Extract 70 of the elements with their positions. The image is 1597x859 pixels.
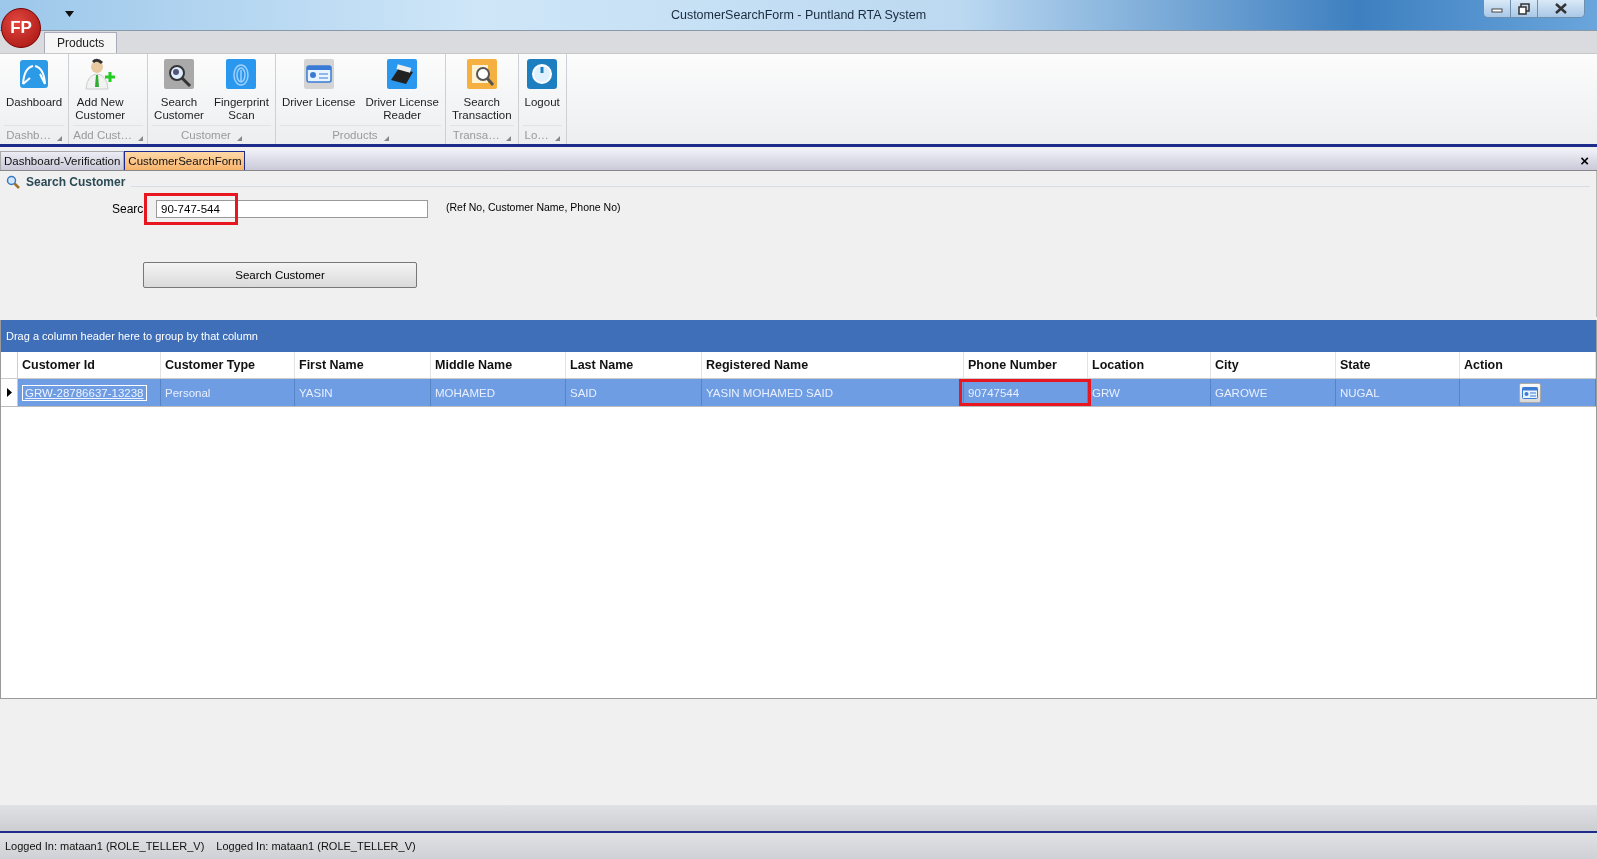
row-pointer-icon <box>6 388 12 397</box>
id-card-icon <box>302 58 335 90</box>
ribbon-button[interactable]: Logout <box>520 54 564 125</box>
search-field[interactable]: 90-747-544 <box>156 200 428 218</box>
app-logo[interactable]: FP <box>1 8 41 48</box>
column-header[interactable]: State <box>1336 352 1460 378</box>
group-label: Products <box>332 129 378 141</box>
group-label: Customer <box>181 129 231 141</box>
ribbon-button[interactable]: Dashboard <box>2 54 67 125</box>
dialog-launcher-icon[interactable] <box>138 136 144 141</box>
close-tab-button[interactable]: × <box>1572 152 1597 170</box>
close-button[interactable] <box>1538 0 1584 17</box>
table-cell: MOHAMED <box>435 386 496 399</box>
ribbon-button[interactable]: Add New Customer <box>71 54 130 125</box>
dialog-launcher-icon[interactable] <box>57 136 62 141</box>
dialog-launcher-icon[interactable] <box>554 136 560 141</box>
column-header[interactable]: Registered Name <box>702 352 964 378</box>
dialog-launcher-icon[interactable] <box>383 136 389 141</box>
column-header[interactable]: Action <box>1460 352 1596 378</box>
restore-button[interactable] <box>1511 0 1538 17</box>
magnifier-document-icon <box>465 58 498 90</box>
column-header[interactable]: Last Name <box>566 352 702 378</box>
window-title: CustomerSearchForm - Puntland RTA System <box>669 8 928 22</box>
ribbon-button[interactable]: Driver License <box>277 54 360 125</box>
column-header[interactable]: Customer Type <box>161 352 295 378</box>
status-text: Logged In: mataan1 (ROLE_TELLER_V) <box>5 840 205 852</box>
ribbon-button[interactable]: Search Transaction <box>447 54 516 125</box>
person-plus-icon <box>84 58 117 90</box>
restore-icon <box>1518 2 1530 15</box>
magnifier-person-icon <box>163 58 195 90</box>
card-reader-icon <box>386 58 419 90</box>
hint-text: (Ref No, Customer Name, Phone No) <box>446 200 621 213</box>
ribbon-button[interactable]: Search Customer <box>150 54 208 125</box>
id-card-icon <box>1521 386 1538 399</box>
table-cell: YASIN <box>299 386 333 399</box>
status-text: Logged In: mataan1 (ROLE_TELLER_V) <box>216 840 416 852</box>
group-label: Add Cust… <box>73 129 133 141</box>
power-button-icon <box>526 58 559 90</box>
ribbon-button[interactable]: Driver License Reader <box>361 54 443 125</box>
search-customer-button[interactable]: Search Customer <box>143 262 417 288</box>
view-card-button[interactable] <box>1518 382 1541 403</box>
column-header[interactable]: First Name <box>295 352 431 378</box>
document-tab[interactable]: CustomerSearchForm <box>124 151 246 170</box>
column-header[interactable]: Phone Number <box>964 352 1088 378</box>
group-label: Transa… <box>452 129 500 141</box>
table-cell: 90747544 <box>968 386 1020 399</box>
table-cell: GRW <box>1092 386 1120 399</box>
table-cell: GAROWE <box>1215 386 1268 399</box>
group-label: Dashb… <box>6 129 51 141</box>
field-label: Searc <box>112 202 145 216</box>
column-header[interactable]: Location <box>1088 352 1211 378</box>
close-icon <box>1555 3 1567 14</box>
dialog-launcher-icon[interactable] <box>505 136 511 141</box>
fingerprint-icon <box>225 58 258 90</box>
dropdown-caret-icon[interactable] <box>65 11 74 17</box>
table-cell: SAID <box>570 386 597 399</box>
search-icon <box>6 175 20 189</box>
table-cell: YASIN MOHAMED SAID <box>706 386 833 399</box>
ribbon-button[interactable]: Fingerprint Scan <box>209 54 273 125</box>
dashboard-gauge-icon <box>18 58 51 90</box>
column-header[interactable]: Customer Id <box>18 352 161 378</box>
table-cell: NUGAL <box>1340 386 1380 399</box>
ribbon-tab[interactable]: Products <box>44 32 118 53</box>
column-header[interactable]: Middle Name <box>431 352 566 378</box>
dialog-launcher-icon[interactable] <box>236 136 242 141</box>
group-by-panel: Drag a column header here to group by that column <box>1 320 1596 352</box>
section-title: Search Customer <box>26 175 126 189</box>
column-header[interactable]: City <box>1211 352 1336 378</box>
group-label: Lo… <box>524 129 549 141</box>
table-cell: Personal <box>165 386 211 399</box>
